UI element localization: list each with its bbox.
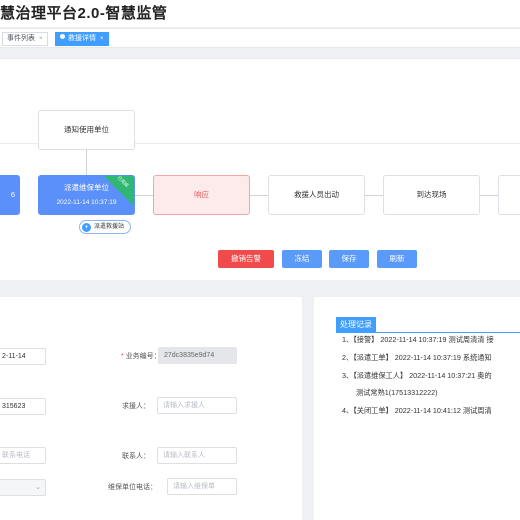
- record-item-continued: 测试常熟1(17513312222): [356, 388, 438, 397]
- flow-node-respond[interactable]: 响应: [153, 175, 250, 215]
- record-item: 2、【派遣工单】 2022-11-14 10:37:19 系统通知: [342, 353, 492, 362]
- revoke-alarm-button[interactable]: 撤销告警: [218, 250, 274, 268]
- tab-bar: 事件列表 × 救援详情 ×: [0, 28, 520, 48]
- requester-input[interactable]: 请输入求援人: [157, 397, 237, 414]
- app-header: 慧治理平台2.0-智慧监管: [0, 0, 520, 27]
- node-label: 通知使用单位: [64, 125, 109, 134]
- connector-line: [134, 195, 154, 196]
- business-no-field: 27dc3835e9d74: [158, 347, 237, 364]
- close-icon[interactable]: ×: [39, 36, 43, 42]
- business-no-label: * 业务编号：: [121, 353, 161, 360]
- tab-label: 救援详情: [68, 35, 96, 42]
- records-underline: [336, 332, 520, 333]
- save-button[interactable]: 保存: [329, 250, 369, 268]
- date-field[interactable]: 2-11-14: [0, 348, 46, 365]
- form-panel: 2-11-14 * 业务编号： 27dc3835e9d74 315623 求援人…: [0, 297, 302, 520]
- plus-icon: +: [82, 223, 91, 232]
- active-dot-icon: [60, 34, 65, 39]
- connector-line: [249, 195, 269, 196]
- freeze-button[interactable]: 冻结: [282, 250, 322, 268]
- tab-rescue-detail[interactable]: 救援详情 ×: [55, 32, 109, 46]
- close-icon[interactable]: ×: [100, 36, 104, 42]
- record-item: 3、【派遣维保工人】 2022-11-14 10:37:21 奥的: [342, 371, 492, 380]
- ribbon-label: 已完成: [116, 175, 130, 189]
- connector-line: [479, 195, 499, 196]
- maint-phone-label: 维保单位电话：: [108, 484, 157, 491]
- flow-panel: 通知使用单位 6 派遣维保单位 2022-11-14 10:37:19 已完成 …: [0, 58, 520, 280]
- record-item: 1、【接警】 2022-11-14 10:37:19 测试周清清 接: [342, 335, 494, 344]
- record-item: 4、【关闭工单】 2022-11-14 10:41:12 测试周清: [342, 406, 492, 415]
- flow-node-dispatch[interactable]: 派遣维保单位 2022-11-14 10:37:19 已完成: [38, 175, 135, 215]
- phone-field[interactable]: 315623: [0, 398, 46, 415]
- refresh-button[interactable]: 刷新: [377, 250, 417, 268]
- completed-ribbon: 已完成: [104, 176, 134, 206]
- station-label: 派遣救援站: [94, 224, 125, 230]
- dispatch-station-button[interactable]: + 派遣救援站: [79, 220, 132, 234]
- tab-event-list[interactable]: 事件列表 ×: [2, 32, 48, 46]
- tab-label: 事件列表: [7, 35, 35, 42]
- node-label: 到达现场: [416, 190, 447, 199]
- chevron-down-icon: ⌄: [35, 484, 41, 491]
- records-panel: 处理记录 1、【接警】 2022-11-14 10:37:19 测试周清清 接 …: [314, 297, 520, 520]
- node-label: 6: [10, 190, 15, 199]
- contact-phone-input[interactable]: 联系电话: [0, 447, 46, 464]
- requester-label: 求援人：: [122, 403, 150, 410]
- flow-node-next[interactable]: [498, 175, 520, 215]
- maint-phone-input[interactable]: 请输入维保单: [167, 478, 237, 495]
- node-label: 响应: [194, 190, 209, 199]
- contact-label: 联系人：: [122, 453, 150, 460]
- select-field[interactable]: ⌄: [0, 479, 46, 496]
- flow-node-rescuer[interactable]: 救援人员出动: [268, 175, 365, 215]
- app-title: 慧治理平台2.0-智慧监管: [0, 5, 168, 22]
- flow-node-arrive[interactable]: 到达现场: [383, 175, 480, 215]
- flow-node-notify[interactable]: 通知使用单位: [38, 110, 135, 150]
- node-label: 救援人员出动: [294, 190, 339, 199]
- flow-node-prev[interactable]: 6: [0, 175, 20, 215]
- records-title: 处理记录: [336, 317, 376, 332]
- contact-input[interactable]: 请输入联系人: [157, 447, 237, 464]
- connector-line: [364, 195, 384, 196]
